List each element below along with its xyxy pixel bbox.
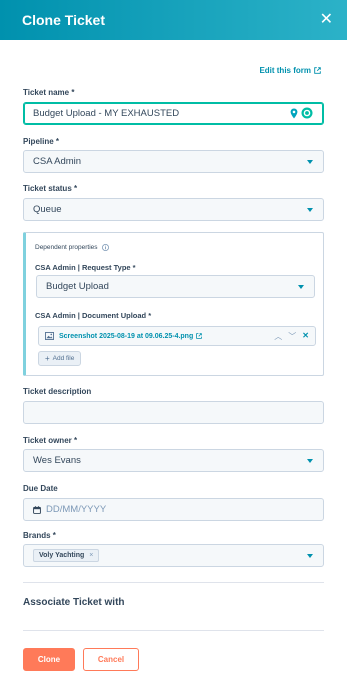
ticket-name-value: Budget Upload - MY EXHAUSTED xyxy=(33,108,180,119)
pipeline-label: Pipeline * xyxy=(23,137,60,146)
close-icon[interactable]: ✕ xyxy=(320,12,333,28)
remove-tag-icon[interactable]: × xyxy=(89,552,93,559)
chevron-down-icon xyxy=(298,284,304,289)
associate-section-title[interactable]: Associate Ticket with xyxy=(23,597,125,608)
ticket-status-select[interactable]: Queue xyxy=(23,198,324,221)
ticket-status-label: Ticket status * xyxy=(23,184,78,193)
chevron-down-icon xyxy=(307,159,313,164)
edit-form-link[interactable]: Edit this form xyxy=(259,66,321,75)
request-type-label: CSA Admin | Request Type * xyxy=(35,263,136,272)
chevron-down-icon xyxy=(307,207,313,212)
chevron-down-icon xyxy=(307,458,313,463)
location-pin-icon xyxy=(290,108,298,118)
add-file-label: Add file xyxy=(52,355,75,362)
dependent-properties-panel: Dependent properties CSA Admin | Request… xyxy=(23,232,324,376)
due-date-label: Due Date xyxy=(23,484,58,493)
assistant-icon[interactable] xyxy=(301,107,313,119)
modal-header: Clone Ticket ✕ xyxy=(0,0,347,40)
ticket-description-input[interactable] xyxy=(23,401,324,424)
uploaded-file-name[interactable]: Screenshot 2025-08-19 at 09.06.25-4.png xyxy=(59,333,193,340)
clone-button[interactable]: Clone xyxy=(23,648,75,671)
brand-tag[interactable]: Voly Yachting × xyxy=(33,549,100,562)
plus-icon: + xyxy=(45,354,50,363)
calendar-icon xyxy=(33,505,41,514)
chevron-down-icon xyxy=(307,553,313,558)
ticket-description-label: Ticket description xyxy=(23,387,92,396)
due-date-input[interactable]: DD/MM/YYYY xyxy=(23,498,324,521)
request-type-select[interactable]: Budget Upload xyxy=(36,275,315,298)
ticket-owner-label: Ticket owner * xyxy=(23,436,78,445)
dependent-properties-title: Dependent properties xyxy=(35,244,98,251)
pipeline-select[interactable]: CSA Admin xyxy=(23,150,324,173)
uploaded-file-row: Screenshot 2025-08-19 at 09.06.25-4.png … xyxy=(38,326,316,346)
brand-tag-label: Voly Yachting xyxy=(39,552,85,559)
pipeline-value: CSA Admin xyxy=(33,156,82,167)
ticket-status-value: Queue xyxy=(33,204,62,215)
document-upload-label: CSA Admin | Document Upload * xyxy=(35,311,152,320)
ticket-owner-value: Wes Evans xyxy=(33,455,81,466)
ticket-name-input[interactable]: Budget Upload - MY EXHAUSTED xyxy=(23,102,324,125)
info-icon[interactable] xyxy=(101,244,109,251)
edit-form-link-label: Edit this form xyxy=(259,66,311,75)
ticket-name-label: Ticket name * xyxy=(23,88,75,97)
divider xyxy=(23,630,324,631)
external-link-icon[interactable] xyxy=(196,333,203,339)
remove-file-icon[interactable]: ✕ xyxy=(302,331,309,342)
brands-select[interactable]: Voly Yachting × xyxy=(23,544,324,567)
request-type-value: Budget Upload xyxy=(46,281,109,292)
move-up-icon[interactable]: ︿ xyxy=(274,331,282,342)
modal-title: Clone Ticket xyxy=(22,12,105,28)
external-link-icon xyxy=(314,67,321,74)
image-file-icon xyxy=(45,332,54,340)
cancel-button[interactable]: Cancel xyxy=(83,648,139,671)
due-date-placeholder: DD/MM/YYYY xyxy=(46,504,107,515)
ticket-owner-select[interactable]: Wes Evans xyxy=(23,449,324,472)
move-down-icon[interactable]: ﹀ xyxy=(288,331,296,342)
divider xyxy=(23,582,324,583)
brands-label: Brands * xyxy=(23,531,56,540)
add-file-button[interactable]: + Add file xyxy=(38,351,82,366)
